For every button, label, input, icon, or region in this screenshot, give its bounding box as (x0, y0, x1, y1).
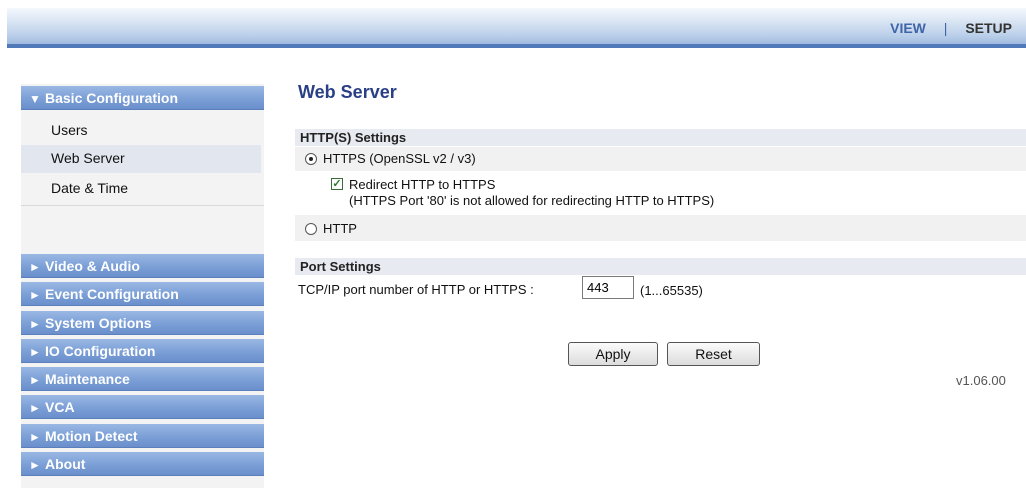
sidebar-menu-label: Maintenance (45, 371, 130, 387)
sidebar-menu-vca[interactable]: ► VCA (21, 395, 264, 419)
https-option-label: HTTPS (OpenSSL v2 / v3) (323, 151, 476, 166)
sidebar-menu-maintenance[interactable]: ► Maintenance (21, 367, 264, 391)
sidebar-item-web-server[interactable]: Web Server (21, 145, 261, 173)
sidebar-menu-label: IO Configuration (45, 343, 156, 359)
port-settings-heading: Port Settings (295, 258, 1026, 275)
sidebar-menu-event-configuration[interactable]: ► Event Configuration (21, 282, 264, 306)
http-settings-heading: HTTP(S) Settings (295, 129, 1026, 146)
nav-separator: | (943, 20, 948, 36)
sidebar-menu-label: About (45, 456, 86, 472)
version-label: v1.06.00 (956, 373, 1006, 388)
sidebar-menu-system-options[interactable]: ► System Options (21, 311, 264, 335)
expand-arrow-icon: ► (29, 345, 41, 359)
sidebar-menu-label: System Options (45, 315, 152, 331)
page-title: Web Server (298, 82, 397, 102)
expand-arrow-icon: ► (29, 401, 41, 415)
sidebar-divider (21, 205, 264, 206)
sidebar-section-basic-configuration[interactable]: ▼ Basic Configuration (21, 86, 264, 110)
apply-button[interactable]: Apply (568, 342, 658, 366)
redirect-note: (HTTPS Port '80' is not allowed for redi… (349, 193, 715, 208)
top-nav: VIEW | SETUP (890, 20, 1012, 36)
http-row (295, 215, 1026, 241)
sidebar-menu-label: Event Configuration (45, 286, 179, 302)
https-radio[interactable] (305, 153, 317, 165)
expand-arrow-icon: ► (29, 260, 41, 274)
collapse-arrow-icon: ▼ (29, 92, 41, 106)
sidebar-section-label: Basic Configuration (45, 90, 179, 106)
http-option-label: HTTP (323, 221, 357, 236)
sidebar-menu-about[interactable]: ► About (21, 452, 264, 476)
setup-link[interactable]: SETUP (965, 20, 1012, 36)
sidebar-menu-label: Video & Audio (45, 258, 140, 274)
sidebar-menu-label: VCA (45, 399, 75, 415)
redirect-checkbox[interactable]: ✓ (331, 178, 343, 190)
sidebar-menu-motion-detect[interactable]: ► Motion Detect (21, 424, 264, 448)
http-radio[interactable] (305, 223, 317, 235)
sidebar-item-date-time[interactable]: Date & Time (21, 175, 261, 203)
reset-button[interactable]: Reset (667, 342, 760, 366)
sidebar-item-users[interactable]: Users (21, 117, 261, 145)
expand-arrow-icon: ► (29, 430, 41, 444)
expand-arrow-icon: ► (29, 458, 41, 472)
port-label: TCP/IP port number of HTTP or HTTPS : (298, 282, 534, 297)
port-range: (1...65535) (640, 283, 703, 298)
sidebar-menu-io-configuration[interactable]: ► IO Configuration (21, 339, 264, 363)
top-bar: VIEW | SETUP (7, 8, 1026, 48)
port-input[interactable] (582, 276, 634, 299)
expand-arrow-icon: ► (29, 373, 41, 387)
view-link[interactable]: VIEW (890, 20, 926, 36)
sidebar-menu-video-audio[interactable]: ► Video & Audio (21, 254, 264, 278)
redirect-label: Redirect HTTP to HTTPS (349, 177, 496, 192)
expand-arrow-icon: ► (29, 317, 41, 331)
sidebar: ▼ Basic Configuration Users Web Server Da… (21, 84, 264, 488)
expand-arrow-icon: ► (29, 288, 41, 302)
sidebar-menu-label: Motion Detect (45, 428, 138, 444)
